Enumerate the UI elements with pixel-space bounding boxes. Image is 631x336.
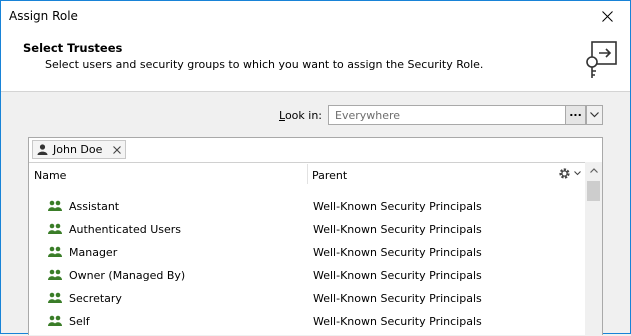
list-item[interactable]: Owner (Managed By) Well-Known Security P… — [29, 265, 584, 288]
group-icon — [48, 246, 62, 257]
title-bar: Assign Role — [1, 1, 630, 32]
row-parent: Well-Known Security Principals — [313, 246, 482, 259]
remove-chip-icon[interactable] — [113, 145, 122, 154]
chevron-down-icon — [574, 171, 581, 176]
list-item[interactable]: Authenticated Users Well-Known Security … — [29, 219, 584, 242]
dialog-header: Select Trustees Select users and securit… — [1, 32, 630, 92]
row-parent: Well-Known Security Principals — [313, 200, 482, 213]
row-name: Manager — [69, 246, 118, 259]
selected-trustee-chip[interactable]: John Doe — [32, 140, 127, 159]
row-name: Assistant — [69, 200, 120, 213]
scroll-thumb[interactable] — [587, 181, 600, 201]
row-parent: Well-Known Security Principals — [313, 292, 482, 305]
browse-button[interactable]: ... — [565, 106, 585, 124]
close-icon — [601, 11, 613, 22]
look-in-dropdown-button[interactable] — [586, 105, 603, 125]
row-parent: Well-Known Security Principals — [313, 223, 482, 236]
row-parent: Well-Known Security Principals — [313, 315, 482, 328]
scroll-up-button[interactable] — [585, 162, 602, 179]
row-name: Self — [69, 315, 90, 328]
column-options-button[interactable] — [558, 167, 581, 180]
group-icon — [48, 292, 62, 303]
row-name: Owner (Managed By) — [69, 269, 186, 282]
trustee-list: Assistant Well-Known Security Principals… — [29, 196, 584, 334]
group-icon — [48, 223, 62, 234]
close-button[interactable] — [584, 1, 630, 32]
group-icon — [48, 269, 62, 280]
look-in-value: Everywhere — [335, 109, 401, 122]
group-icon — [48, 200, 62, 211]
column-separator[interactable] — [307, 164, 308, 184]
row-parent: Well-Known Security Principals — [313, 269, 482, 282]
group-icon — [48, 315, 62, 326]
row-name: Authenticated Users — [69, 223, 182, 236]
chip-label: John Doe — [53, 143, 103, 156]
user-icon — [37, 144, 48, 155]
list-item[interactable]: Secretary Well-Known Security Principals — [29, 288, 584, 311]
header-title: Select Trustees — [23, 41, 123, 55]
gear-icon — [559, 168, 570, 179]
window-title: Assign Role — [9, 9, 78, 23]
chevron-down-icon — [590, 112, 599, 118]
look-in-field[interactable]: Everywhere — [328, 105, 586, 125]
trustee-panel: John Doe Name Parent Assistant Well-Know… — [28, 137, 603, 336]
assign-role-window: Assign Role Select Trustees Select users… — [0, 0, 631, 336]
list-item[interactable]: Assistant Well-Known Security Principals — [29, 196, 584, 219]
column-header: Name Parent — [29, 162, 584, 186]
key-door-icon — [586, 41, 617, 78]
header-subtitle: Select users and security groups to whic… — [45, 58, 484, 71]
selected-trustees-bar: John Doe — [29, 138, 602, 163]
row-name: Secretary — [69, 292, 122, 305]
look-in-label: Look in: — [279, 109, 322, 122]
column-name[interactable]: Name — [34, 169, 66, 182]
scroll-up-arrow-icon — [589, 168, 598, 173]
column-parent[interactable]: Parent — [312, 169, 347, 182]
list-item[interactable]: Manager Well-Known Security Principals — [29, 242, 584, 265]
vertical-scrollbar[interactable] — [585, 162, 602, 336]
list-item[interactable]: Self Well-Known Security Principals — [29, 311, 584, 334]
